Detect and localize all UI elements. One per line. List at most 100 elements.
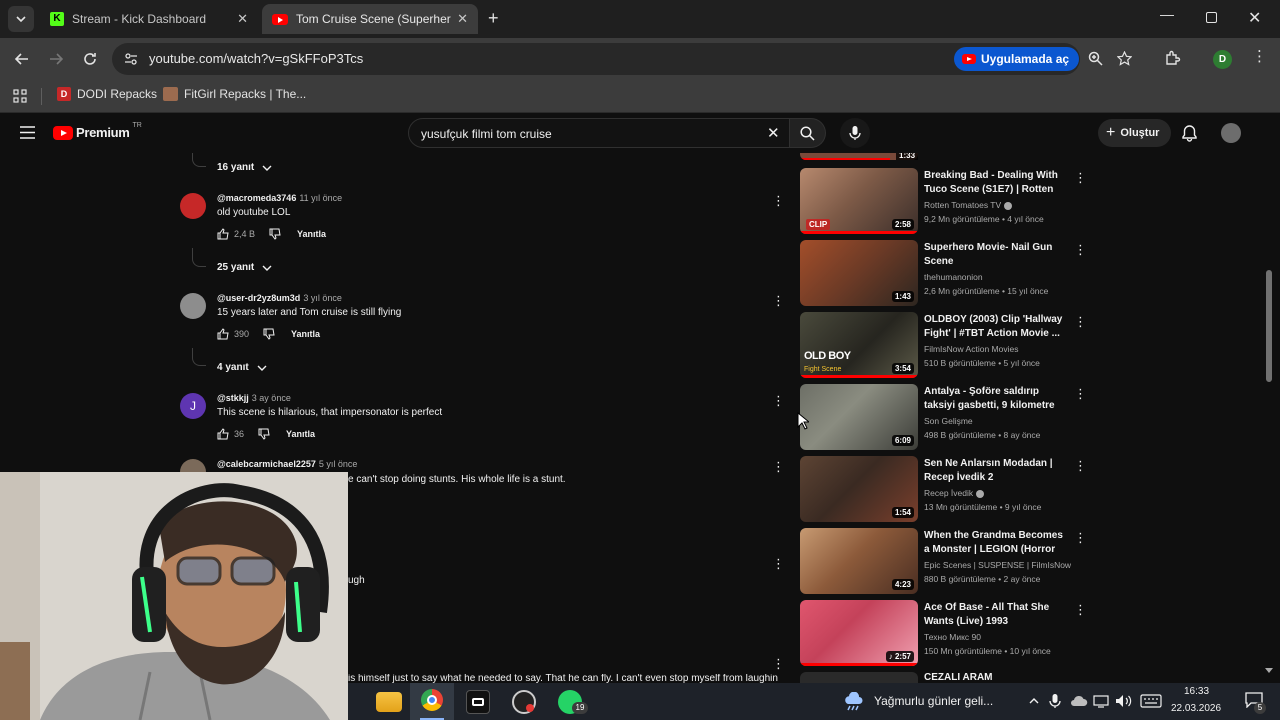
- replies-toggle[interactable]: 4 yanıt: [217, 362, 269, 373]
- related-video[interactable]: OLD BOY Fight Scene 3:54 OLDBOY (2003) C…: [800, 312, 1090, 378]
- capcut-icon[interactable]: [466, 690, 490, 714]
- video-title[interactable]: Sen Ne Anlarsın Modadan | Recep İvedik 2: [924, 457, 1064, 485]
- avatar[interactable]: [180, 293, 206, 319]
- video-title[interactable]: CEZALI ARAM: [924, 673, 1044, 683]
- channel-name[interactable]: Техно Микс 90: [924, 632, 981, 642]
- channel-name[interactable]: Recep İvedik: [924, 488, 984, 498]
- onedrive-cloud-icon[interactable]: [1070, 695, 1088, 707]
- comment-author[interactable]: @stkkjj 3 ay önce: [217, 393, 291, 403]
- related-video[interactable]: 1:43 Superhero Movie- Nail Gun Scene the…: [800, 240, 1090, 306]
- related-video[interactable]: CLIP 2:58 Breaking Bad - Dealing With Tu…: [800, 168, 1090, 234]
- channel-name[interactable]: thehumanonion: [924, 272, 983, 282]
- video-thumbnail[interactable]: 1:43: [800, 240, 918, 306]
- network-icon[interactable]: [1093, 694, 1109, 708]
- thumbs-down-icon[interactable]: [269, 228, 281, 240]
- thumbs-up-icon[interactable]: [217, 428, 229, 440]
- scroll-down-arrow[interactable]: [1265, 668, 1273, 673]
- tab-youtube-video[interactable]: Tom Cruise Scene (Superhero M ✕: [262, 4, 478, 34]
- video-title[interactable]: When the Grandma Becomes a Monster | LEG…: [924, 529, 1064, 557]
- reply-button[interactable]: Yanıtla: [297, 229, 326, 239]
- avatar[interactable]: J: [180, 393, 206, 419]
- related-video[interactable]: 6:09 Antalya - Şoföre saldırıp taksiyi g…: [800, 384, 1090, 450]
- video-thumbnail[interactable]: 1:54: [800, 456, 918, 522]
- related-thumb-partial[interactable]: [800, 672, 918, 683]
- thumbs-down-icon[interactable]: [263, 328, 275, 340]
- apps-grid-icon[interactable]: [13, 89, 27, 103]
- comment-menu-icon[interactable]: ⋮: [772, 556, 785, 572]
- back-arrow-icon[interactable]: [14, 51, 30, 67]
- video-menu-icon[interactable]: ⋮: [1074, 170, 1087, 186]
- clear-search-icon[interactable]: ✕: [767, 124, 780, 142]
- weather-text[interactable]: Yağmurlu günler geli...: [874, 694, 993, 708]
- avatar[interactable]: [180, 193, 206, 219]
- account-avatar[interactable]: [1221, 123, 1241, 143]
- clock-date[interactable]: 22.03.2026: [1171, 703, 1221, 714]
- comment-menu-icon[interactable]: ⋮: [772, 459, 785, 475]
- video-menu-icon[interactable]: ⋮: [1074, 314, 1087, 330]
- address-bar[interactable]: youtube.com/watch?v=gSkFFoP3Tcs Uygulama…: [112, 43, 1132, 75]
- hamburger-menu-icon[interactable]: [20, 126, 35, 139]
- new-tab-button[interactable]: +: [488, 8, 499, 29]
- comment-author[interactable]: @macromeda3746 11 yıl önce: [217, 193, 342, 203]
- chevron-up-icon[interactable]: [1028, 696, 1040, 706]
- reply-button[interactable]: Yanıtla: [286, 429, 315, 439]
- close-icon[interactable]: ✕: [237, 11, 248, 27]
- related-video[interactable]: 1:54 Sen Ne Anlarsın Modadan | Recep İve…: [800, 456, 1090, 522]
- comment-author[interactable]: @calebcarmichael2257 5 yıl önce: [217, 459, 357, 469]
- bookmark-fitgirl[interactable]: FitGirl Repacks | The...: [163, 87, 306, 101]
- microphone-icon[interactable]: [1049, 693, 1061, 709]
- channel-name[interactable]: Rotten Tomatoes TV: [924, 200, 1012, 210]
- thumbs-up-icon[interactable]: [217, 228, 229, 240]
- bookmark-dodi[interactable]: D DODI Repacks: [57, 87, 157, 101]
- related-video[interactable]: 4:23 When the Grandma Becomes a Monster …: [800, 528, 1090, 594]
- notifications-bell-icon[interactable]: [1182, 125, 1197, 142]
- thumbs-down-icon[interactable]: [258, 428, 270, 440]
- video-title[interactable]: Breaking Bad - Dealing With Tuco Scene (…: [924, 169, 1064, 197]
- search-button[interactable]: [790, 118, 826, 148]
- channel-name[interactable]: Son Gelişme: [924, 416, 973, 426]
- video-menu-icon[interactable]: ⋮: [1074, 602, 1087, 618]
- close-icon[interactable]: ✕: [457, 11, 468, 27]
- video-title[interactable]: Superhero Movie- Nail Gun Scene: [924, 241, 1064, 269]
- video-title[interactable]: OLDBOY (2003) Clip 'Hallway Fight' | #TB…: [924, 313, 1064, 341]
- replies-toggle[interactable]: 25 yanıt: [217, 262, 274, 273]
- video-thumbnail[interactable]: OLD BOY Fight Scene 3:54: [800, 312, 918, 378]
- video-menu-icon[interactable]: ⋮: [1074, 242, 1087, 258]
- video-title[interactable]: Ace Of Base - All That She Wants (Live) …: [924, 601, 1064, 629]
- channel-name[interactable]: FilmIsNow Action Movies: [924, 344, 1018, 354]
- comment-menu-icon[interactable]: ⋮: [772, 656, 785, 672]
- youtube-premium-logo[interactable]: Premium TR: [53, 122, 142, 140]
- related-video[interactable]: ♪ 2:57 Ace Of Base - All That She Wants …: [800, 600, 1090, 666]
- whatsapp-icon[interactable]: 19: [558, 690, 588, 714]
- page-scrollbar[interactable]: [1266, 270, 1272, 382]
- restore-button[interactable]: [1206, 12, 1217, 23]
- bookmark-star-icon[interactable]: [1117, 51, 1132, 66]
- video-menu-icon[interactable]: ⋮: [1074, 386, 1087, 402]
- comment-author[interactable]: @user-dr2yz8um3d 3 yıl önce: [217, 293, 342, 303]
- chrome-icon[interactable]: [410, 683, 454, 720]
- keyboard-icon[interactable]: [1140, 694, 1162, 708]
- extensions-icon[interactable]: [1164, 50, 1181, 67]
- file-explorer-icon[interactable]: [376, 692, 402, 712]
- video-title[interactable]: Antalya - Şoföre saldırıp taksiyi gasbet…: [924, 385, 1064, 413]
- volume-icon[interactable]: [1115, 694, 1133, 708]
- forward-arrow-icon[interactable]: [48, 51, 64, 67]
- clock-time[interactable]: 16:33: [1184, 686, 1209, 697]
- open-in-app-button[interactable]: Uygulamada aç: [954, 47, 1080, 71]
- zoom-icon[interactable]: [1088, 51, 1103, 66]
- tab-kick-dashboard[interactable]: K Stream - Kick Dashboard ✕: [40, 4, 258, 34]
- video-thumbnail[interactable]: 4:23: [800, 528, 918, 594]
- create-button[interactable]: + Oluştur: [1098, 119, 1172, 147]
- reply-button[interactable]: Yanıtla: [291, 329, 320, 339]
- video-thumbnail[interactable]: 6:09: [800, 384, 918, 450]
- tab-search-button[interactable]: [8, 6, 34, 32]
- menu-kebab-icon[interactable]: ⋮: [1252, 49, 1267, 65]
- recorder-icon[interactable]: [512, 690, 536, 714]
- weather-rain-icon[interactable]: [843, 692, 865, 712]
- video-thumbnail[interactable]: CLIP 2:58: [800, 168, 918, 234]
- voice-search-button[interactable]: [840, 118, 870, 148]
- video-menu-icon[interactable]: ⋮: [1074, 530, 1087, 546]
- profile-avatar[interactable]: D: [1213, 50, 1232, 69]
- video-thumbnail[interactable]: ♪ 2:57: [800, 600, 918, 666]
- video-menu-icon[interactable]: ⋮: [1074, 458, 1087, 474]
